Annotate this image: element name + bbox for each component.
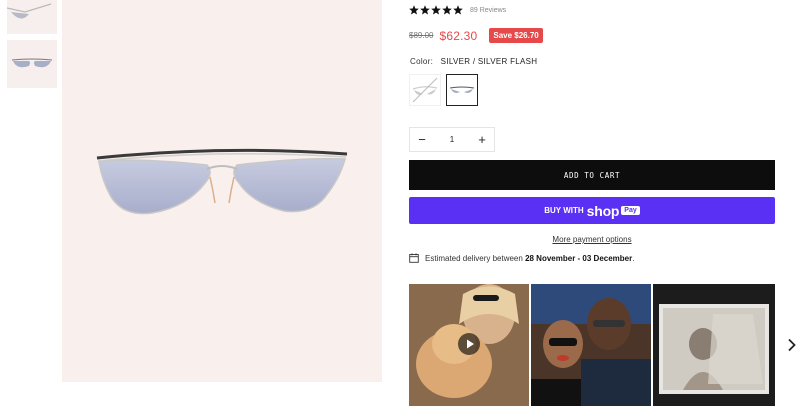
chevron-right-icon xyxy=(788,338,796,352)
add-to-cart-button[interactable]: ADD TO CART xyxy=(409,160,775,190)
star-rating xyxy=(409,5,464,15)
sale-price: $62.30 xyxy=(439,28,478,43)
shop-pay-logo-text: shop xyxy=(586,202,620,219)
color-selector-label: Color: SILVER / SILVER FLASH xyxy=(410,57,537,66)
main-product-image[interactable] xyxy=(62,0,382,382)
delivery-dates: 28 November - 03 December xyxy=(525,253,633,263)
estimated-delivery: Estimated delivery between 28 November -… xyxy=(409,253,634,263)
video-tile-3[interactable] xyxy=(653,284,775,406)
thumbnail-sunglasses-side[interactable] xyxy=(7,0,57,34)
delivery-prefix: Estimated delivery between xyxy=(425,253,523,263)
price-row: $89.00 $62.30 Save $26.70 xyxy=(409,28,543,43)
thumbnail-list xyxy=(7,0,57,94)
save-badge: Save $26.70 xyxy=(489,28,543,43)
star-icon xyxy=(453,5,463,15)
thumbnail-sunglasses-front[interactable] xyxy=(7,40,57,88)
reviews-link[interactable]: 89 Reviews xyxy=(470,7,506,14)
quantity-input[interactable]: 1 xyxy=(434,135,470,144)
color-label: Color: xyxy=(410,57,434,66)
quantity-stepper: − 1 + xyxy=(409,127,495,152)
star-icon xyxy=(431,5,441,15)
delivery-suffix: . xyxy=(632,253,635,263)
video-tile-1[interactable] xyxy=(409,284,529,406)
carousel-next-button[interactable] xyxy=(777,284,807,406)
color-value: SILVER / SILVER FLASH xyxy=(440,57,538,66)
star-icon xyxy=(409,5,419,15)
quantity-decrease-button[interactable]: − xyxy=(410,128,434,151)
video-tile-2[interactable] xyxy=(531,284,651,406)
ugc-video-carousel xyxy=(409,284,807,406)
rating-row[interactable]: 89 Reviews xyxy=(409,5,506,15)
color-swatch-1[interactable] xyxy=(409,74,441,106)
star-icon xyxy=(442,5,452,15)
sunglasses-illustration xyxy=(96,148,348,215)
calendar-icon xyxy=(409,253,419,263)
compare-at-price: $89.00 xyxy=(409,31,434,40)
shop-pay-buy-with: BUY WITH xyxy=(544,206,584,215)
star-icon xyxy=(420,5,430,15)
shop-pay-badge: Pay xyxy=(621,206,640,215)
more-payment-options-link[interactable]: More payment options xyxy=(409,235,775,244)
play-icon[interactable] xyxy=(458,333,480,355)
quantity-increase-button[interactable]: + xyxy=(470,128,494,151)
shop-pay-button[interactable]: BUY WITH shop Pay xyxy=(409,197,775,224)
color-swatch-silver-flash[interactable] xyxy=(446,74,478,106)
